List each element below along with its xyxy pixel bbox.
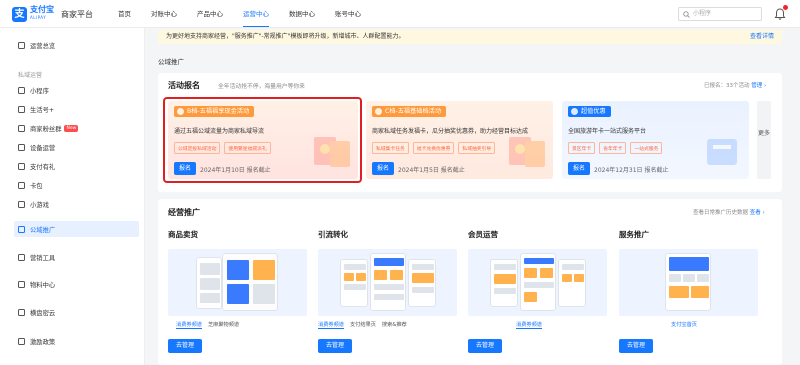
sidebar-item-incentive[interactable]: 激励政策 [18,335,55,347]
notice-detail-link[interactable]: 查看详情 [750,30,774,44]
nav-home[interactable]: 首页 [118,0,131,28]
sidebar-item-public-promo[interactable]: 公域推广 [14,221,139,237]
game-icon [18,200,25,208]
nav-reconciliation[interactable]: 对账中心 [151,0,177,28]
operation-tab[interactable]: 支付宝首页 [671,321,697,328]
sidebar-item-overview[interactable]: 运营总览 [18,39,55,51]
notification-bell[interactable] [773,5,788,21]
card-icon [18,181,25,189]
manage-button[interactable]: 去管理 [318,339,352,353]
operation-column-title: 服务推广 [619,230,649,239]
traffic-conversion-preview [318,249,457,316]
highlight-box [163,97,362,183]
activity-chip: 私域抽奖引导 [458,142,496,154]
nav-operations[interactable]: 运营中心 [243,0,269,28]
sidebar-item-miniprogram[interactable]: 小程序 [18,84,49,96]
red-envelope-illustration [509,137,545,167]
main-nav: 首页 对账中心 产品中心 运营中心 数据中心 账号中心 [118,0,381,28]
operation-tab[interactable]: 消费券频道 [516,321,542,329]
device-icon [18,143,25,151]
manage-button[interactable]: 去管理 [168,339,202,353]
service-promo-preview [619,249,758,316]
award-icon [18,337,25,345]
nav-products[interactable]: 产品中心 [197,0,223,28]
grid-icon [18,41,25,49]
notification-dot [783,5,788,10]
operation-tab[interactable]: 芝麻聚物频道 [208,321,239,329]
notice-bar: 为更好地支持商家经营，"服务推广"-常规推广"模板即将升级，新增城市、人群配置能… [158,30,782,44]
activity-card[interactable]: 超值优惠 全国旅游年卡一站式服务平台 景区年卡 省年年卡 一站式服务 报名 20… [562,101,749,179]
operation-tab[interactable]: 搜索&推荐 [382,321,407,329]
operation-view-link[interactable]: 查看 › [750,210,765,216]
activity-deadline: 2024年12月31日 报名截止 [594,167,669,174]
section-title: 公域推广 [158,58,184,66]
sidebar-item-cardpack[interactable]: 卡包 [18,179,43,191]
manage-button[interactable]: 去管理 [468,339,502,353]
activity-chip: 一站式服务 [630,142,663,154]
activity-card-tag: C档-五福基础档活动 [372,106,447,117]
search-icon [683,11,690,18]
sidebar-item-materials[interactable]: 物料中心 [18,278,55,290]
operation-title: 经营推广 [168,208,200,217]
operation-tab[interactable]: 支付结果页 [350,321,376,329]
sidebar-item-pay-gift[interactable]: 支付有礼 [18,160,55,172]
new-badge: New [64,124,79,132]
operation-history: 查看日常推广历史数据 查看 › [693,210,765,216]
sidebar-item-fan-group[interactable]: 商家粉丝群 New [18,122,79,134]
sidebar: 运营总览 私域运营 小程序 生活号+ 商家粉丝群 New 设备运营 支付有礼 卡包… [0,28,145,365]
activity-subtitle: 全年活动抢不停，海量用户等你来 [218,84,305,90]
register-button[interactable]: 报名 [568,162,590,175]
nav-data[interactable]: 数据中心 [289,0,315,28]
box-icon [18,280,25,288]
operation-column-title: 商品卖货 [168,230,198,239]
sidebar-group-private: 私域运营 [18,72,43,79]
manage-button[interactable]: 去管理 [619,339,653,353]
top-bar: 支 支付宝 ALIPAY 商家平台 首页 对账中心 产品中心 运营中心 数据中心… [0,0,800,28]
sidebar-item-jiubei[interactable]: 横盘密云 [18,306,55,318]
operation-column-title: 会员运营 [468,230,498,239]
sidebar-item-marketing[interactable]: 营销工具 [18,251,55,263]
activity-chip: 景区年卡 [568,142,596,154]
gift-icon [18,162,25,170]
tool-icon [18,253,25,261]
sidebar-item-lifeaccount[interactable]: 生活号+ [18,103,54,115]
life-account-icon [18,105,25,113]
more-activities-button[interactable]: 更多 [757,101,771,179]
activity-title: 活动报名 [168,81,200,90]
notice-text: 为更好地支持商家经营，"服务推广"-常规推广"模板即将升级，新增城市、人群配置能… [166,33,405,40]
cloud-icon [18,308,25,316]
operation-column-title: 引流转化 [318,230,348,239]
activity-chip: 省年年卡 [599,142,627,154]
alipay-logo[interactable]: 支 支付宝 ALIPAY [12,6,54,22]
activity-deadline: 2024年1月5日 报名截止 [398,167,465,174]
ticket-illustration [707,139,737,165]
member-operation-preview [468,249,607,316]
register-button[interactable]: 报名 [372,162,394,175]
activity-card-tag: 超值优惠 [568,106,611,117]
search-placeholder: 小程序 [693,10,712,17]
alipay-logo-icon: 支 [12,6,27,22]
operation-tab[interactable]: 消费券频道 [318,321,344,329]
activity-chip: 福卡兑换优惠券 [412,142,455,154]
group-icon [18,124,25,132]
activity-card-desc: 全国旅游年卡一站式服务平台 [568,128,647,135]
activity-registered: 已报名：33个活动 管理 › [704,83,767,89]
megaphone-icon [18,225,25,233]
sidebar-item-devices[interactable]: 设备运营 [18,141,55,153]
activity-chip: 私域集卡任务 [372,142,409,154]
operation-tab[interactable]: 消费券频道 [176,321,202,329]
platform-title: 商家平台 [61,10,93,19]
logo-subname: ALIPAY [30,15,47,20]
activity-card[interactable]: C档-五福基础档活动 商家私域任务发福卡，瓜分抽奖优惠券，助力经营目标达成 私域… [366,101,553,179]
product-sales-preview [168,249,307,316]
search-input[interactable]: 小程序 [678,7,762,21]
miniprogram-icon [18,86,25,94]
activity-manage-link[interactable]: 管理 › [751,83,766,89]
nav-account[interactable]: 账号中心 [335,0,361,28]
logo-name: 支付宝 [30,5,54,14]
sidebar-item-minigame[interactable]: 小游戏 [18,198,49,210]
